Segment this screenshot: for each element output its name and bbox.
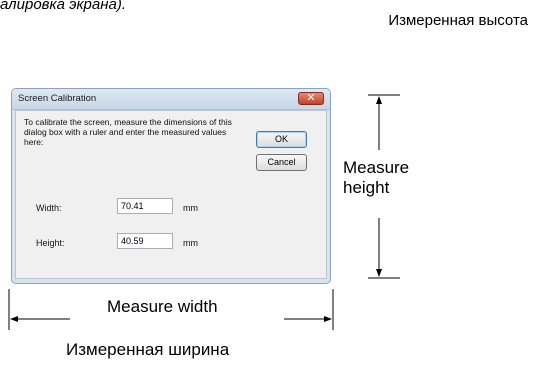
measurement-lines <box>8 94 400 330</box>
ru-width-caption: Измеренная ширина <box>66 340 230 359</box>
measure-width-label: Measure width <box>107 297 218 316</box>
measure-height-label: Measure height <box>343 158 410 197</box>
